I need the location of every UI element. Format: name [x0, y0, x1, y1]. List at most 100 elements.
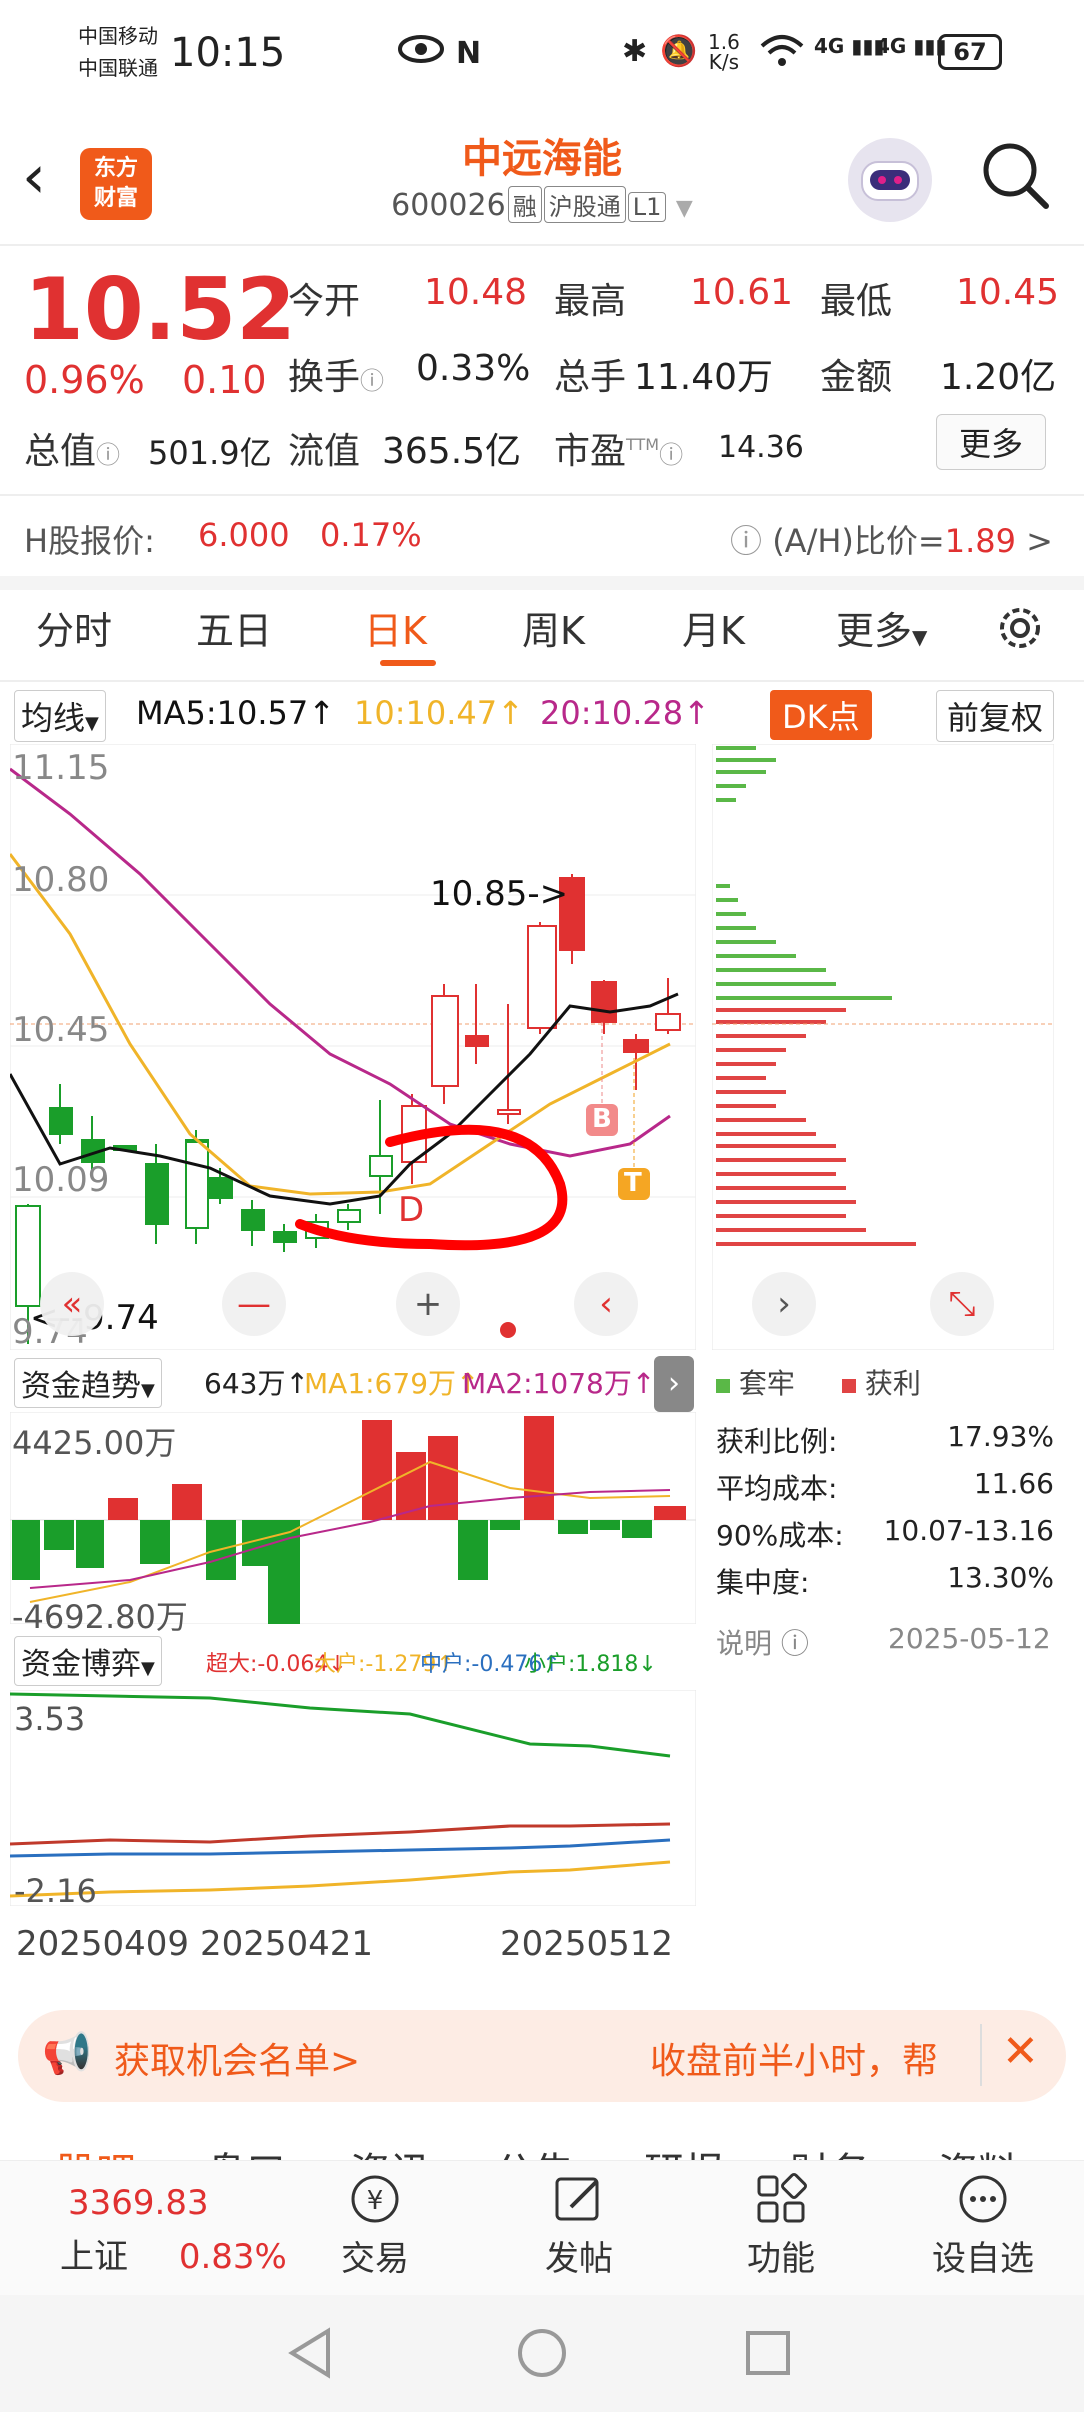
adjust-button[interactable]: 前复权 — [936, 690, 1055, 742]
tab-monthly-k[interactable]: 月K — [682, 600, 745, 655]
subtab-news[interactable]: 资讯 — [350, 2140, 430, 2160]
amount-label: 金额 — [820, 357, 893, 398]
tab-more[interactable]: 更多▼ — [836, 600, 927, 655]
carrier-1: 中国移动 — [78, 24, 158, 48]
wifi-icon — [760, 34, 804, 72]
next-button[interactable]: › — [752, 1272, 816, 1336]
chip-legend-trapped: 套牢 — [716, 1362, 795, 1402]
low-value: 10.45 — [956, 272, 1060, 313]
mktcap-label: 总值ⓘ — [24, 431, 121, 472]
nfc-icon: N — [456, 36, 482, 71]
fund-game-chart[interactable] — [10, 1690, 696, 1906]
chip-stats: 获利比例: 17.93% 平均成本: 11.66 90%成本: 10.07-13.16… — [716, 1420, 1054, 1608]
panel-next-button[interactable]: › — [654, 1356, 694, 1412]
promo-banner[interactable]: 📢 获取机会名单> 收盘前半小时，帮 ✕ — [18, 2010, 1066, 2102]
close-icon[interactable]: ✕ — [1002, 2026, 1039, 2077]
recent-apps-icon[interactable] — [744, 2329, 792, 2381]
subtab-finance[interactable]: 财务 — [790, 2140, 870, 2160]
buy-marker: B — [592, 1104, 612, 1134]
d-marker: D — [398, 1190, 425, 1230]
subtab-notices[interactable]: 公告 — [494, 2140, 574, 2160]
battery-icon: 67 — [938, 34, 1002, 70]
chip-note[interactable]: 说明 ⓘ — [716, 1622, 809, 1662]
kline-chart[interactable] — [10, 744, 696, 1350]
chip-legend-profit: 获利 — [842, 1362, 921, 1402]
mktcap-value: 501.9亿 — [148, 434, 272, 472]
info-icon[interactable]: ⓘ — [96, 441, 120, 469]
subtab-research[interactable]: 研报 — [644, 2140, 724, 2160]
high-value: 10.61 — [690, 272, 794, 313]
divider — [0, 680, 1084, 682]
info-icon[interactable]: ⓘ — [659, 441, 683, 469]
y-label-2: 10.80 — [12, 860, 110, 900]
stock-code: 600026 — [391, 188, 506, 223]
ma20-value: 20:10.28↑ — [540, 694, 710, 732]
zoom-in-button[interactable]: + — [396, 1272, 460, 1336]
nav-trade[interactable]: ¥ 交易 — [310, 2171, 440, 2280]
carrier-2: 中国联通 — [78, 56, 158, 80]
more-button[interactable]: 更多 — [936, 414, 1047, 470]
fund-trend-selector[interactable]: 资金趋势▼ — [14, 1358, 162, 1408]
low-label: 最低 — [820, 281, 893, 322]
more-dots-icon — [918, 2171, 1048, 2231]
fund-trend-bottom: -4692.80万 — [12, 1598, 188, 1636]
date-label-mid: 20250421 — [200, 1924, 374, 1964]
change-percent: 0.96% — [24, 358, 145, 402]
section-gap — [0, 576, 1084, 590]
subtab-guba[interactable]: 股吧 — [56, 2140, 136, 2160]
bluetooth-icon: ✱ — [622, 34, 648, 69]
home-circle-icon[interactable] — [516, 2327, 568, 2383]
ma10-value: 10:10.47↑ — [354, 694, 524, 732]
y-label-4: 10.09 — [12, 1160, 110, 1200]
y-label-3: 10.45 — [12, 1010, 110, 1050]
info-subtabs: 股吧 盘口 资讯 公告 研报 财务 资料 — [0, 2124, 1084, 2160]
search-icon[interactable] — [980, 140, 1052, 216]
ah-ratio[interactable]: ⓘ (A/H)比价=1.89 > — [730, 516, 1053, 562]
question-icon: ⓘ — [730, 522, 763, 560]
date-label-start: 20250409 — [16, 1924, 190, 1964]
nav-post[interactable]: 发帖 — [514, 2171, 644, 2280]
caret-down-icon: ▼ — [912, 625, 928, 649]
dropdown-icon[interactable]: ▼ — [676, 196, 693, 221]
net-speed: 1.6 K/s — [708, 30, 740, 74]
back-triangle-icon[interactable] — [286, 2327, 334, 2383]
info-icon[interactable]: ⓘ — [360, 367, 384, 395]
chip-stat-row: 90%成本: 10.07-13.16 — [716, 1514, 1054, 1552]
open-label: 今开 — [288, 281, 361, 322]
subtab-pankou[interactable]: 盘口 — [206, 2140, 286, 2160]
margin-tag: 融 — [507, 186, 542, 223]
high-label: 最高 — [554, 281, 627, 322]
chip-distribution-chart[interactable] — [712, 744, 1054, 1350]
rewind-button[interactable]: « — [40, 1272, 104, 1336]
tab-daily-k[interactable]: 日K — [364, 600, 427, 655]
nav-add-watchlist[interactable]: 设自选 — [918, 2171, 1048, 2280]
banner-link[interactable]: 获取机会名单> — [114, 2032, 360, 2084]
zoom-out-button[interactable]: — — [222, 1272, 286, 1336]
chip-stat-row: 集中度: 13.30% — [716, 1561, 1054, 1599]
prev-button[interactable]: ‹ — [574, 1272, 638, 1336]
tab-weekly-k[interactable]: 周K — [522, 600, 585, 655]
divider — [0, 244, 1084, 246]
bottom-nav: 3369.83 上证 0.83% ¥ 交易 发帖 功能 设自选 — [0, 2160, 1084, 2295]
hshare-percent: 0.17% — [320, 516, 422, 554]
index-widget[interactable]: 3369.83 上证 0.83% — [60, 2183, 287, 2278]
tab-intraday[interactable]: 分时 — [36, 600, 112, 655]
expand-icon[interactable]: ⤡ — [930, 1272, 994, 1336]
nav-functions[interactable]: 功能 — [716, 2171, 846, 2280]
megaphone-icon: 📢 — [42, 2031, 92, 2077]
turnover-value: 0.33% — [416, 348, 531, 389]
gear-icon[interactable] — [992, 600, 1048, 660]
subtab-profile[interactable]: 资料 — [938, 2140, 1018, 2160]
hshare-price: 6.000 — [198, 516, 290, 554]
ma-selector[interactable]: 均线▼ — [14, 690, 106, 742]
change-amount: 0.10 — [182, 358, 267, 402]
dk-point-button[interactable]: DK点 — [770, 690, 872, 740]
caret-down-icon: ▼ — [141, 1658, 155, 1679]
float-value: 365.5亿 — [382, 431, 522, 472]
tab-five-day[interactable]: 五日 — [196, 600, 272, 655]
divider — [0, 494, 1084, 496]
y-label-max: 11.15 — [12, 748, 110, 788]
caret-down-icon: ▼ — [85, 713, 99, 734]
robot-assistant-icon[interactable] — [848, 138, 932, 222]
fund-game-selector[interactable]: 资金博弈▼ — [14, 1636, 162, 1686]
